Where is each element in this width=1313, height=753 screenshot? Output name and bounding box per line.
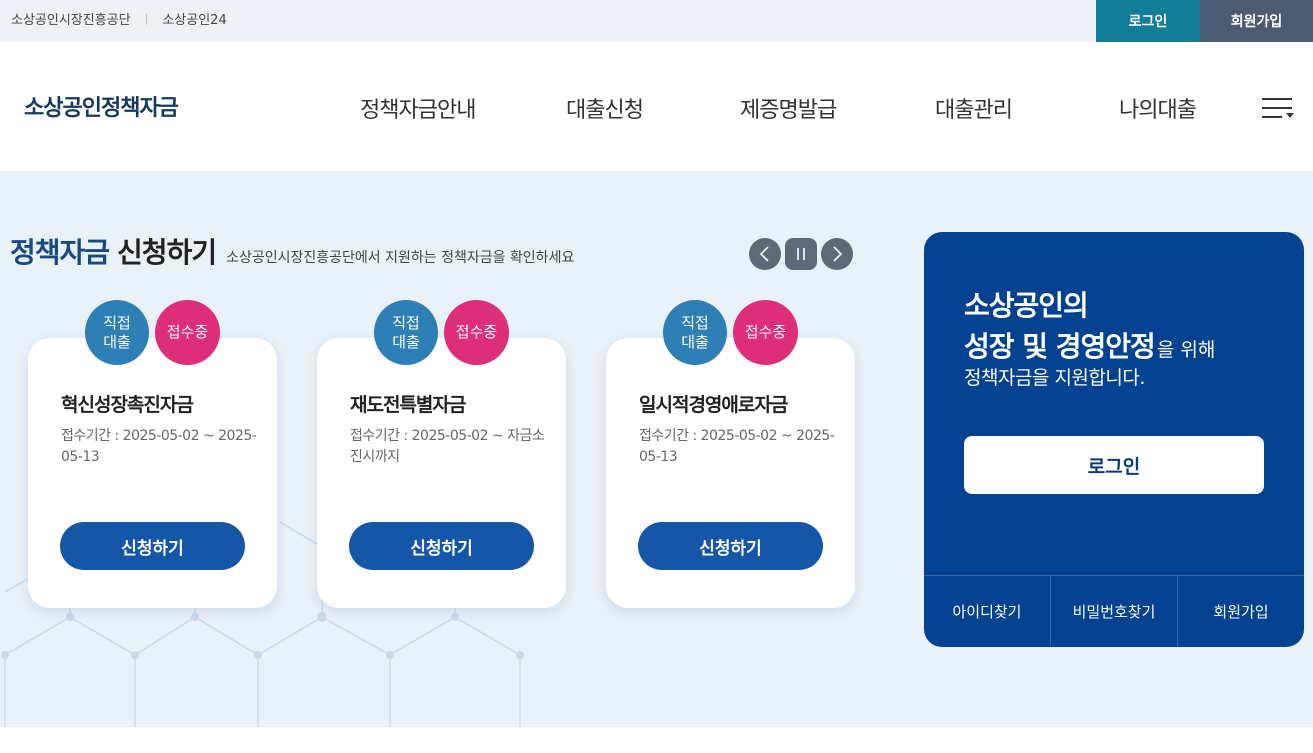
top-join-button[interactable]: 회원가입 (1200, 0, 1313, 42)
badge-receiving: 접수중 (155, 300, 220, 365)
badge-direct-loan: 직접 대출 (85, 300, 149, 365)
apply-button[interactable]: 신청하기 (349, 522, 534, 570)
fund-period: 접수기간 : 2025-05-02 ~ 자금소진시까지 (350, 428, 545, 465)
login-panel: 소상공인의 성장 및 경영안정 을 위해 정책자금을 지원합니다. 로그인 아이… (924, 232, 1304, 647)
badge-receiving: 접수중 (733, 300, 798, 365)
prev-slide-button[interactable] (749, 238, 781, 270)
panel-heading-strong: 성장 및 경영안정 (964, 330, 1156, 363)
main-visual: 정책자금 신청하기 소상공인시장진흥공단에서 지원하는 정책자금을 확인하세요 … (0, 172, 1313, 727)
link-semas[interactable]: 소상공인시장진흥공단 (11, 9, 131, 28)
fund-card: 일시적경영애로자금 접수기간 : 2025-05-02 ~ 2025-05-13… (606, 338, 855, 608)
top-login-button[interactable]: 로그인 (1096, 0, 1200, 42)
hamburger-menu-icon[interactable] (1262, 98, 1294, 120)
badge-direct-loan: 직접 대출 (663, 300, 727, 365)
fund-period: 접수기간 : 2025-05-02 ~ 2025-05-13 (61, 428, 257, 465)
link-sbiz24[interactable]: 소상공인24 (162, 9, 226, 28)
panel-heading-line2: 성장 및 경영안정 을 위해 (964, 325, 1215, 365)
find-id-link[interactable]: 아이디찾기 (924, 576, 1050, 647)
util-separator: | (144, 12, 149, 25)
panel-join-link[interactable]: 회원가입 (1177, 576, 1304, 647)
site-logo[interactable]: 소상공인정책자금 (24, 90, 179, 122)
apply-button[interactable]: 신청하기 (638, 522, 823, 570)
nav-loan-apply[interactable]: 대출신청 (566, 92, 644, 124)
nav-my-loan[interactable]: 나의대출 (1119, 92, 1197, 124)
panel-links: 아이디찾기 비밀번호찾기 회원가입 (924, 575, 1304, 647)
fund-name: 혁신성장촉진자금 (61, 394, 194, 416)
fund-card: 재도전특별자금 접수기간 : 2025-05-02 ~ 자금소진시까지 신청하기 (317, 338, 566, 608)
apply-button[interactable]: 신청하기 (60, 522, 245, 570)
fund-name: 재도전특별자금 (350, 394, 466, 416)
find-password-link[interactable]: 비밀번호찾기 (1050, 576, 1177, 647)
util-links: 소상공인시장진흥공단 | 소상공인24 (11, 9, 227, 28)
nav-policy-fund-info[interactable]: 정책자금안내 (360, 92, 476, 124)
panel-heading-rest: 을 위해 (1156, 339, 1216, 361)
nav-certificate[interactable]: 제증명발급 (740, 92, 837, 124)
fund-name: 일시적경영애로자금 (639, 394, 788, 416)
panel-subheading: 정책자금을 지원합니다. (964, 367, 1145, 389)
next-slide-button[interactable] (821, 238, 853, 270)
nav-loan-manage[interactable]: 대출관리 (935, 92, 1013, 124)
utility-bar: 소상공인시장진흥공단 | 소상공인24 로그인 회원가입 (0, 0, 1313, 42)
section-title-rest: 신청하기 (117, 236, 217, 269)
site-header: 소상공인정책자금 정책자금안내 대출신청 제증명발급 대출관리 나의대출 (0, 42, 1313, 172)
chevron-right-icon (833, 246, 843, 262)
badge-direct-loan: 직접 대출 (374, 300, 438, 365)
badge-receiving: 접수중 (444, 300, 509, 365)
fund-card: 혁신성장촉진자금 접수기간 : 2025-05-02 ~ 2025-05-13 … (28, 338, 277, 608)
panel-heading-line1: 소상공인의 (964, 289, 1089, 322)
pause-slide-button[interactable] (785, 238, 817, 270)
chevron-left-icon (759, 246, 769, 262)
fund-period: 접수기간 : 2025-05-02 ~ 2025-05-13 (639, 428, 835, 465)
section-title-highlight: 정책자금 (10, 236, 110, 269)
section-description: 소상공인시장진흥공단에서 지원하는 정책자금을 확인하세요 (226, 250, 575, 266)
section-title: 정책자금 신청하기 소상공인시장진흥공단에서 지원하는 정책자금을 확인하세요 (10, 231, 574, 271)
panel-login-button[interactable]: 로그인 (964, 436, 1264, 494)
pause-icon (797, 248, 805, 260)
